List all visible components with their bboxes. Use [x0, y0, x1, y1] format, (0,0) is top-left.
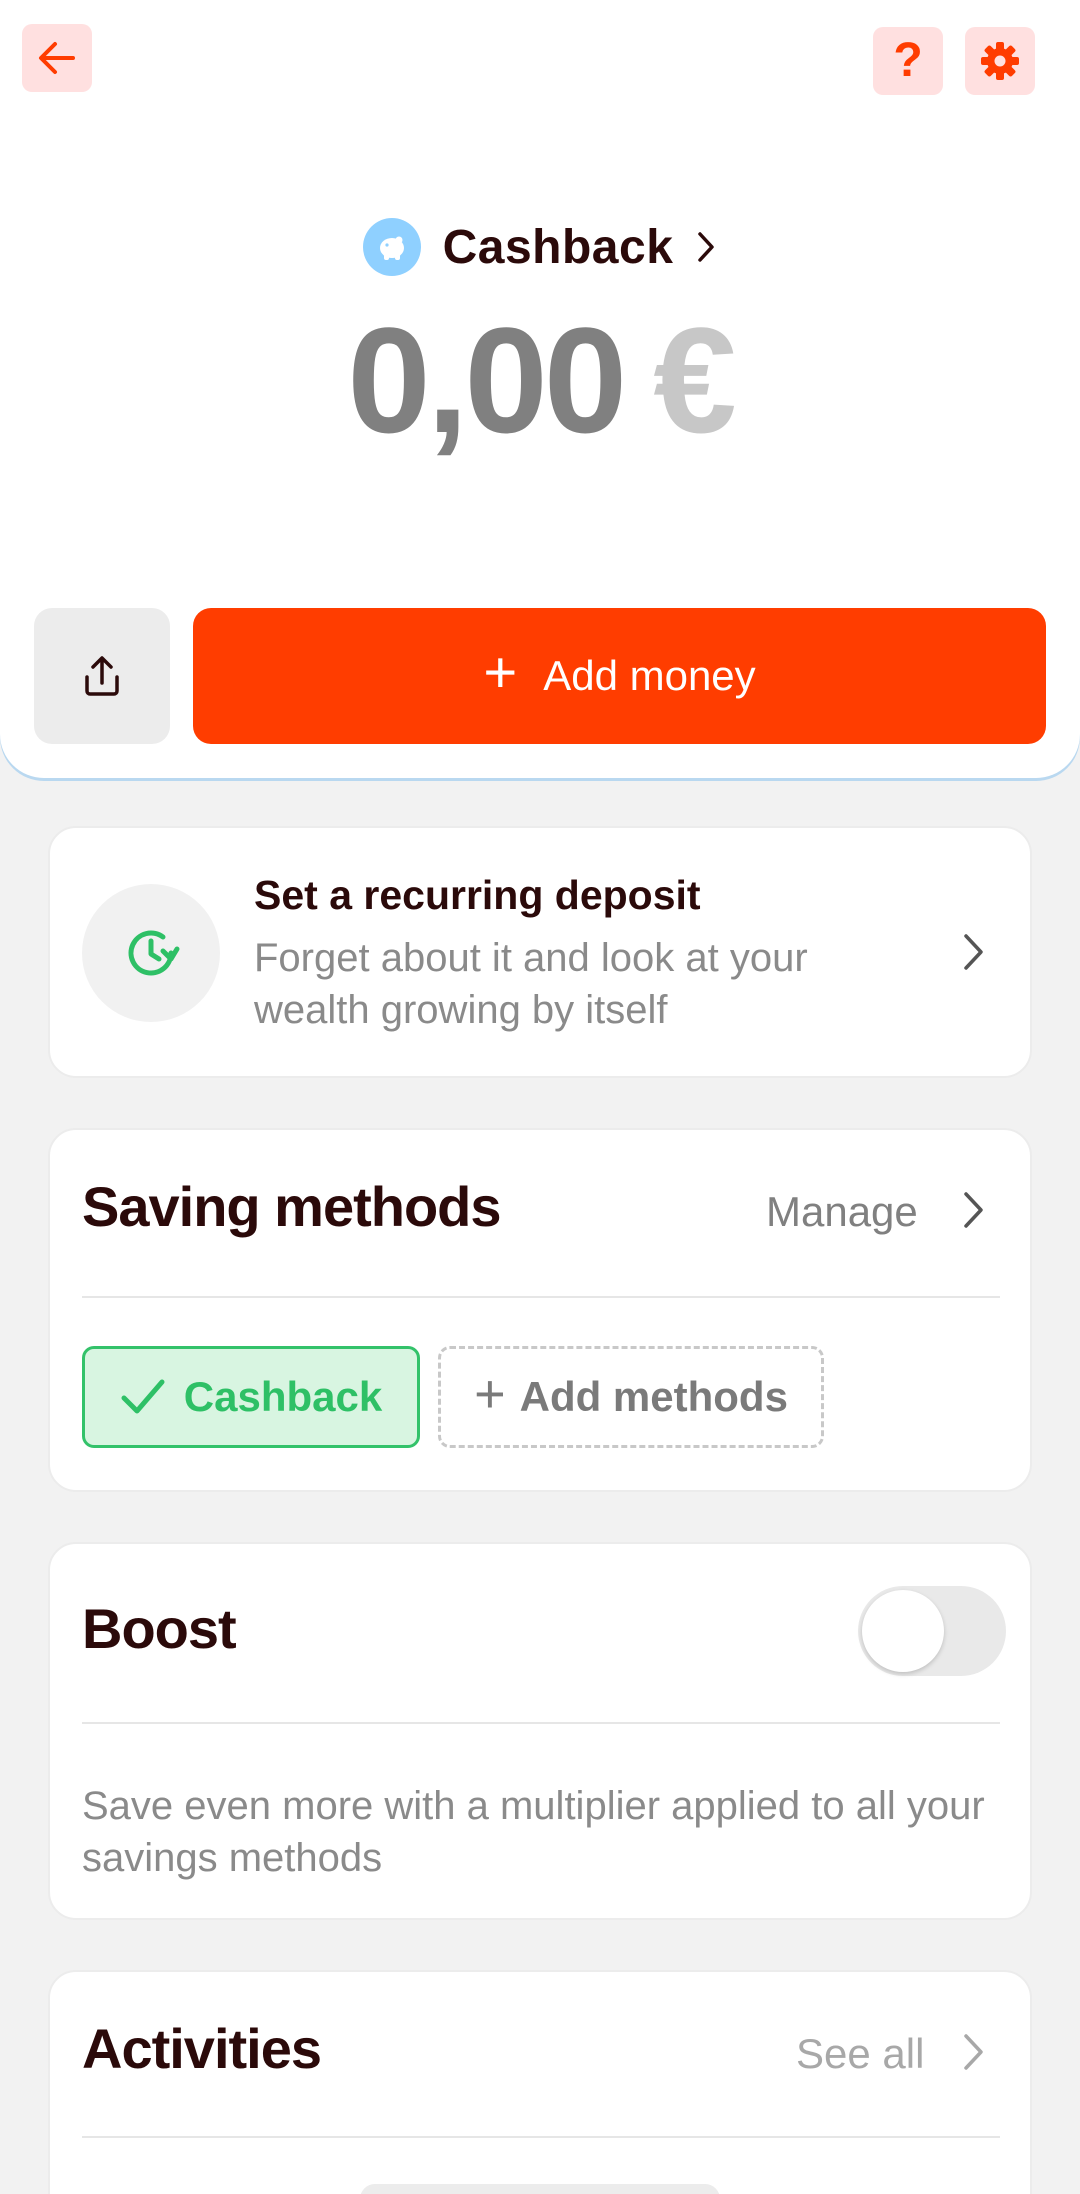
boost-title: Boost [82, 1597, 237, 1660]
placeholder-bar [360, 2184, 720, 2194]
account-header: ? Cashback 0,00 € + Add money [0, 0, 1080, 778]
boost-description: Save even more with a multiplier applied… [82, 1784, 985, 1880]
balance-currency: € [653, 296, 736, 464]
balance-amount: 0,00 [347, 296, 627, 464]
plus-icon: + [474, 1364, 506, 1424]
divider [82, 1296, 1000, 1298]
chevron-right-icon [964, 934, 983, 970]
help-button[interactable]: ? [873, 27, 943, 95]
add-money-button[interactable]: + Add money [193, 608, 1046, 744]
add-methods-button[interactable]: + Add methods [438, 1346, 824, 1448]
recurring-clock-icon [82, 884, 220, 1022]
saving-methods-card: Saving methods Manage Cashback + Add met… [48, 1128, 1032, 1492]
saving-methods-title: Saving methods [82, 1175, 502, 1238]
method-chip-cashback[interactable]: Cashback [82, 1346, 420, 1448]
activities-card: Activities See all [48, 1970, 1032, 2194]
share-button[interactable] [34, 608, 170, 744]
boost-card: Boost Save even more with a multiplier a… [48, 1542, 1032, 1920]
settings-button[interactable] [965, 27, 1035, 95]
balance-display: 0,00 € [0, 290, 1080, 470]
recurring-subtitle: Forget about it and look at your wealth … [254, 936, 808, 1032]
method-chip-label: Cashback [183, 1373, 383, 1420]
recurring-title: Set a recurring deposit [254, 872, 701, 918]
plus-icon: + [483, 640, 518, 705]
check-icon [121, 1379, 165, 1414]
divider [82, 2136, 1000, 2138]
share-icon [85, 656, 119, 696]
account-name: Cashback [442, 220, 674, 274]
add-money-label: Add money [543, 652, 756, 699]
piggy-bank-icon [362, 218, 421, 276]
question-icon: ? [893, 34, 923, 87]
gear-icon [981, 42, 1019, 80]
add-methods-label: Add methods [519, 1373, 788, 1420]
chevron-right-icon [698, 232, 715, 262]
toggle-knob [862, 1590, 944, 1672]
boost-toggle[interactable] [858, 1586, 1006, 1676]
divider [82, 1722, 1000, 1724]
activities-title: Activities [82, 2017, 322, 2080]
account-selector[interactable]: Cashback [0, 212, 1080, 282]
recurring-deposit-card[interactable]: Set a recurring deposit Forget about it … [48, 826, 1032, 1078]
back-button[interactable] [22, 24, 92, 92]
chevron-right-icon[interactable] [962, 1190, 986, 1230]
arrow-left-icon [39, 42, 75, 74]
chevron-right-icon[interactable] [962, 2032, 986, 2072]
manage-link[interactable]: Manage [766, 1188, 918, 1236]
see-all-link[interactable]: See all [796, 2030, 924, 2078]
